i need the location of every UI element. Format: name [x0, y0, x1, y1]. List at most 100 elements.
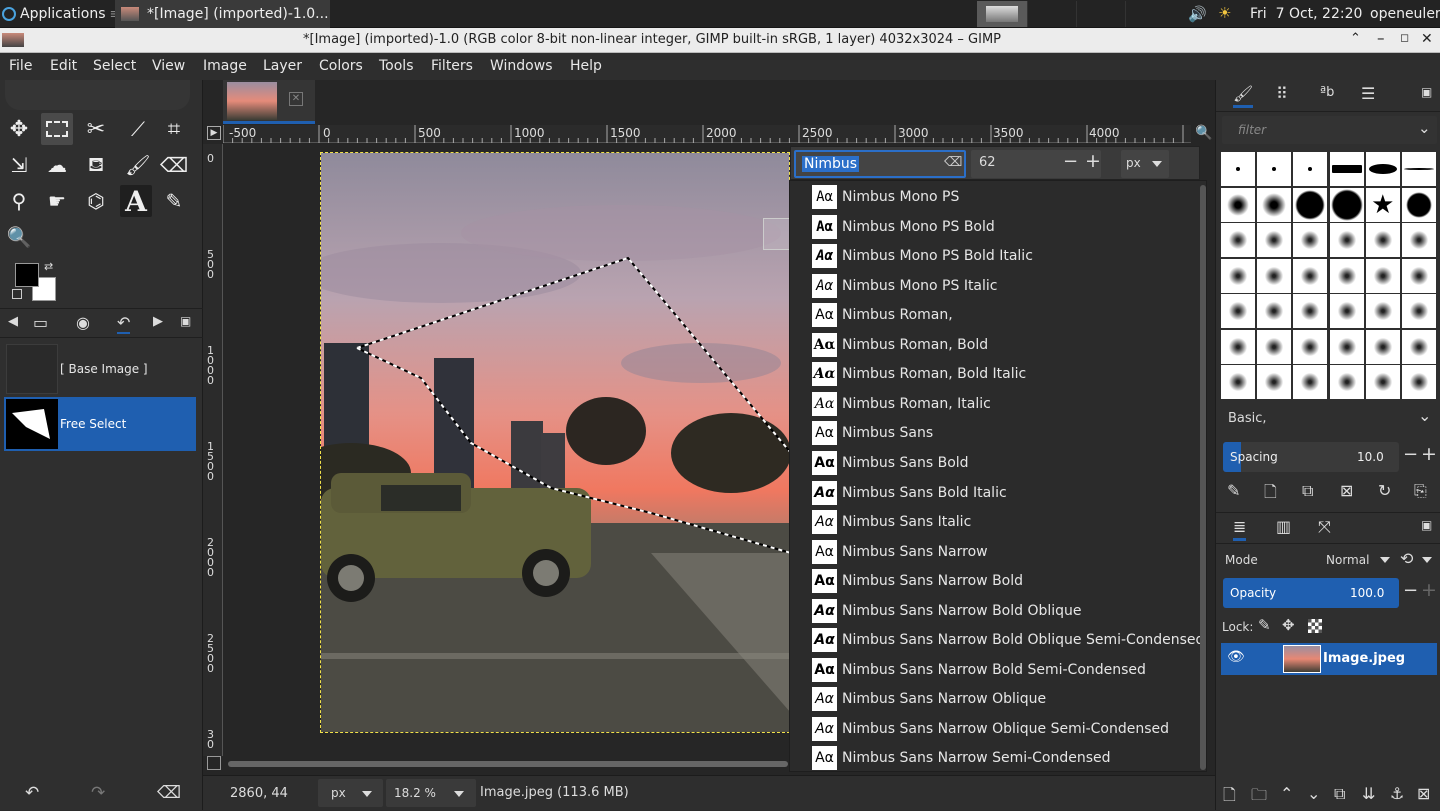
menu-file[interactable]: File: [9, 58, 32, 74]
brush-preset-cell[interactable]: [1402, 187, 1436, 222]
lock-alpha-icon[interactable]: [1308, 619, 1322, 633]
fuzzy-select-tool-icon[interactable]: ⟋: [122, 113, 154, 145]
size-entry[interactable]: 62 − +: [971, 150, 1101, 178]
brush-preset-cell[interactable]: [1329, 258, 1364, 293]
zoom-tool-icon[interactable]: 🔍: [3, 221, 35, 253]
brush-preset-cell[interactable]: [1221, 294, 1255, 328]
warp-tool-icon[interactable]: ☁: [41, 149, 73, 181]
merge-layer-icon[interactable]: ⇊: [1362, 784, 1375, 803]
lock-pixels-icon[interactable]: ✎: [1258, 616, 1271, 634]
open-brush-icon[interactable]: ⎘: [1414, 481, 1427, 501]
menu-layer[interactable]: Layer: [263, 58, 302, 74]
eraser-tool-icon[interactable]: ⌫: [158, 149, 190, 181]
smudge-tool-icon[interactable]: ☛: [41, 185, 73, 217]
list-scrollbar[interactable]: [1200, 185, 1206, 770]
brush-preset-cell[interactable]: [1221, 365, 1255, 399]
mode-select[interactable]: Normal: [1312, 546, 1397, 574]
foreground-color-swatch[interactable]: [15, 263, 39, 287]
lock-position-icon[interactable]: ✥: [1282, 616, 1295, 634]
quick-mask-toggle[interactable]: ▶: [207, 126, 221, 140]
brush-preset-cell[interactable]: [1221, 223, 1255, 257]
clock[interactable]: Fri 7 Oct, 22:20: [1250, 6, 1362, 22]
font-list-item[interactable]: Aα Nimbus Sans Narrow Semi-Condensed: [812, 744, 1212, 772]
dock-menu-icon[interactable]: ▣: [1421, 85, 1432, 99]
tab-channels-icon[interactable]: ▥: [1276, 517, 1291, 536]
delete-layer-icon[interactable]: ⊠: [1417, 784, 1430, 803]
brush-preset-cell[interactable]: ★: [1365, 187, 1400, 222]
brush-preset-cell[interactable]: [1365, 223, 1400, 257]
zoom-to-fit-icon[interactable]: 🔍: [1195, 125, 1212, 141]
menu-help[interactable]: Help: [570, 58, 602, 74]
user-name[interactable]: openeuler: [1370, 6, 1440, 22]
spacing-increase-button[interactable]: +: [1421, 443, 1437, 465]
minimize-window-button[interactable]: –: [1377, 29, 1385, 47]
font-list-item[interactable]: Aα Nimbus Sans Narrow Bold Semi-Condensed: [812, 656, 1212, 684]
font-list-item[interactable]: Aα Nimbus Sans Bold Italic: [812, 479, 1212, 507]
maximize-window-button[interactable]: ◻: [1400, 31, 1409, 44]
brush-filter-input[interactable]: filter ⌄: [1222, 116, 1437, 144]
font-list-item[interactable]: Aα Nimbus Sans Narrow Oblique Semi-Conden…: [812, 715, 1212, 743]
font-list-item[interactable]: Aα Nimbus Roman,: [812, 301, 1212, 329]
brush-preset-cell[interactable]: [1257, 329, 1292, 364]
tab-fonts-icon[interactable]: ªb: [1320, 85, 1334, 100]
transform-tool-icon[interactable]: ⇲: [3, 149, 35, 181]
weather-icon[interactable]: ☀: [1218, 4, 1231, 22]
brush-preset-cell[interactable]: [1293, 329, 1328, 364]
font-list-item[interactable]: Aα Nimbus Sans Bold: [812, 449, 1212, 477]
font-list-item[interactable]: Aα Nimbus Sans: [812, 419, 1212, 447]
brush-preset-cell[interactable]: [1402, 223, 1436, 257]
edit-brush-icon[interactable]: ✎: [1227, 481, 1240, 500]
brush-preset-cell[interactable]: [1293, 365, 1328, 399]
menu-view[interactable]: View: [152, 58, 185, 74]
font-list-item[interactable]: Aα Nimbus Sans Narrow Bold Oblique: [812, 597, 1212, 625]
close-window-button[interactable]: ✕: [1421, 31, 1433, 47]
new-layer-icon[interactable]: 🗋: [1223, 784, 1236, 811]
layer-row[interactable]: 👁 Image.jpeg: [1221, 643, 1437, 675]
font-list-item[interactable]: Aα Nimbus Mono PS Italic: [812, 272, 1212, 300]
mode-reset-icon[interactable]: ⟲: [1400, 549, 1413, 568]
brush-preset-cell[interactable]: [1365, 294, 1400, 328]
brush-preset-cell[interactable]: [1402, 329, 1436, 364]
workspace-3[interactable]: [1076, 1, 1125, 27]
font-list-item[interactable]: Aα Nimbus Sans Italic: [812, 508, 1212, 536]
zoom-select[interactable]: 18.2 %: [386, 779, 476, 807]
brush-preset-cell[interactable]: [1329, 223, 1364, 257]
menu-select[interactable]: Select: [93, 58, 136, 74]
tab-undo-history-icon[interactable]: ↶: [117, 313, 131, 334]
brush-preset-cell[interactable]: [1402, 258, 1436, 293]
tab-document-history-icon[interactable]: ☰: [1361, 84, 1375, 103]
delete-brush-icon[interactable]: ⊠: [1340, 481, 1353, 500]
brush-preset-cell[interactable]: [1402, 294, 1436, 328]
scissors-tool-icon[interactable]: ✂: [80, 113, 112, 145]
dock-menu-icon[interactable]: ▣: [1421, 518, 1432, 532]
opacity-slider[interactable]: Opacity 100.0: [1223, 578, 1399, 608]
brush-preset-cell[interactable]: [1257, 187, 1292, 222]
bucket-fill-tool-icon[interactable]: ⛾: [80, 149, 112, 181]
horizontal-scrollbar[interactable]: [228, 761, 788, 767]
text-box-handle-icon[interactable]: [763, 218, 791, 250]
opacity-decrease-button[interactable]: −: [1403, 580, 1418, 601]
brush-preset-cell[interactable]: [1402, 152, 1436, 186]
lower-layer-icon[interactable]: ⌄: [1307, 784, 1320, 803]
brush-preset-cell[interactable]: [1257, 152, 1292, 186]
opacity-increase-button[interactable]: +: [1421, 579, 1437, 601]
fg-bg-colors[interactable]: ⇄: [12, 260, 60, 302]
brush-preset-select[interactable]: Basic, ⌄: [1222, 404, 1437, 432]
menu-edit[interactable]: Edit: [50, 58, 77, 74]
brush-preset-cell[interactable]: [1293, 258, 1328, 293]
menu-windows[interactable]: Windows: [490, 58, 553, 74]
menu-image[interactable]: Image: [203, 58, 247, 74]
size-unit-select[interactable]: px: [1121, 150, 1169, 178]
brush-preset-cell[interactable]: [1221, 258, 1255, 293]
duplicate-layer-icon[interactable]: ⧉: [1334, 784, 1345, 804]
navigate-icon[interactable]: [207, 756, 221, 770]
workspace-2[interactable]: [1027, 1, 1076, 27]
rect-select-tool-icon[interactable]: [41, 113, 73, 145]
font-entry[interactable]: Nimbus ⌫: [794, 150, 966, 178]
color-picker-tool-icon[interactable]: ✎: [158, 185, 190, 217]
brush-preset-cell[interactable]: [1293, 294, 1328, 328]
menu-filters[interactable]: Filters: [431, 58, 473, 74]
default-colors-icon[interactable]: [12, 289, 22, 299]
brush-preset-cell[interactable]: [1221, 187, 1255, 222]
brush-preset-cell[interactable]: [1257, 223, 1292, 257]
